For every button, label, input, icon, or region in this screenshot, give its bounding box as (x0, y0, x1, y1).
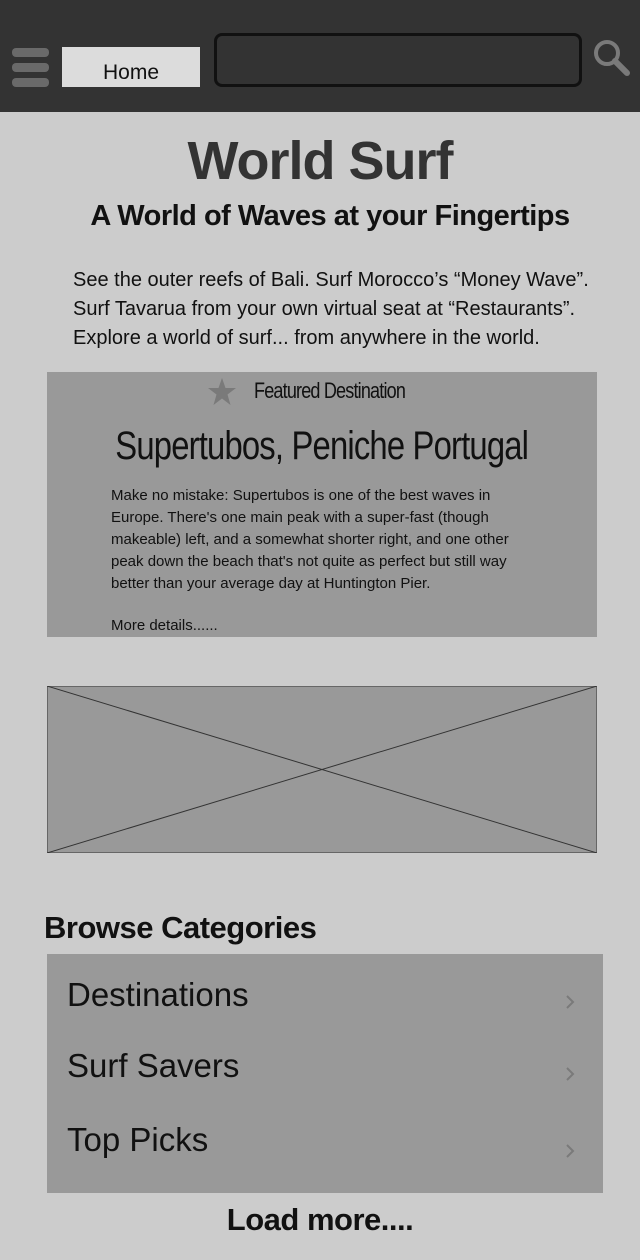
category-list: Destinations Surf Savers Top Picks (47, 954, 603, 1193)
intro-line: Surf Tavarua from your own virtual seat … (73, 298, 576, 320)
chevron-right-icon (566, 1144, 575, 1158)
image-placeholder-x (46, 685, 598, 854)
browse-categories-heading: Browse Categories (44, 910, 317, 945)
category-label: Surf Savers (67, 1047, 240, 1084)
featured-description-line: better than your average day at Huntingt… (111, 575, 431, 592)
page-subtitle: A World of Waves at your Fingertips (90, 200, 570, 232)
category-item-surf-savers[interactable]: Surf Savers (47, 1047, 603, 1117)
intro-line: See the outer reefs of Bali. Surf Morocc… (73, 269, 589, 291)
chevron-right-icon (566, 995, 575, 1009)
featured-title: Supertubos, Peniche Portugal (47, 424, 597, 469)
hamburger-line (12, 78, 49, 87)
featured-description-line: makeable) left, and a somewhat shorter r… (111, 531, 509, 548)
load-more-button[interactable]: Load more.... (0, 1202, 640, 1238)
category-item-top-picks[interactable]: Top Picks (47, 1121, 603, 1191)
category-label: Top Picks (67, 1121, 209, 1158)
featured-title-text: Supertubos, Peniche Portugal (115, 424, 530, 468)
more-details-link[interactable]: More details...... (111, 617, 218, 634)
image-placeholder (46, 685, 598, 854)
category-label: Destinations (67, 976, 249, 1013)
featured-description-line: Europe. There's one main peak with a sup… (111, 509, 489, 526)
search-icon[interactable] (592, 38, 632, 78)
star-icon (208, 378, 236, 405)
category-item-destinations[interactable]: Destinations (47, 976, 603, 1046)
search-input[interactable] (214, 33, 582, 87)
intro-line: Explore a world of surf... from anywhere… (73, 327, 540, 349)
hamburger-line (12, 48, 49, 57)
featured-description-line: Make no mistake: Supertubos is one of th… (111, 487, 491, 504)
page-title: World Surf (187, 131, 454, 191)
chevron-right-icon (566, 1067, 575, 1081)
home-button[interactable]: Home (62, 47, 200, 87)
intro-text: See the outer reefs of Bali. Surf Morocc… (73, 266, 633, 353)
top-bar: Home (0, 0, 640, 112)
featured-description-line: peak down the beach that's not quite as … (111, 553, 507, 570)
featured-description: Make no mistake: Supertubos is one of th… (111, 485, 551, 595)
featured-destination-card: Featured Destination Supertubos, Peniche… (47, 372, 597, 637)
hamburger-line (12, 63, 49, 72)
hamburger-menu-icon[interactable] (12, 48, 49, 87)
featured-label: Featured Destination (254, 378, 406, 403)
